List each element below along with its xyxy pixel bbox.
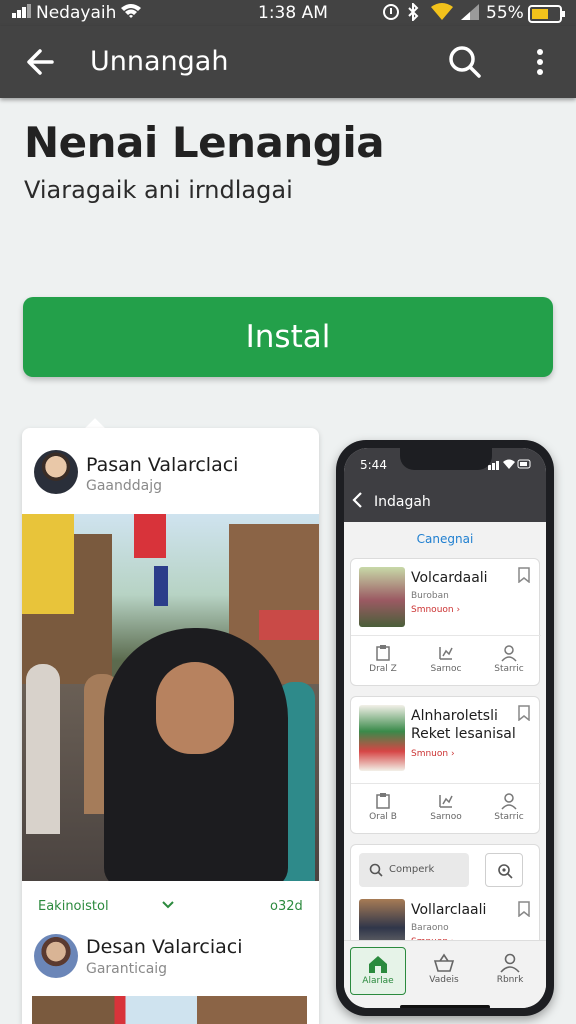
status-time: 1:38 AM (258, 3, 328, 23)
home-indicator (400, 1005, 490, 1008)
phone-app-title: Indagah (374, 494, 431, 510)
item-actions: Oral B Sarnoo Starric (351, 783, 541, 823)
phone-mockup: 5:44 Indagah Canegnai Volcardaali Buroba… (336, 440, 554, 1016)
avatar (34, 934, 78, 978)
phone-time: 5:44 (360, 458, 387, 472)
post-author-name: Pasan Valarclaci (86, 454, 239, 476)
status-bar: Nedayaih 1:38 AM 55% (0, 0, 576, 26)
post-meta-left: Eakinoistol (38, 899, 109, 914)
alarm-icon (382, 3, 400, 26)
app-bar-title: Unnangah (90, 46, 229, 77)
action-button[interactable]: Starric (481, 644, 537, 674)
post-photo (32, 996, 307, 1024)
search-input[interactable]: Comperk (359, 853, 469, 887)
home-icon (369, 956, 387, 973)
app-subtitle: Viaragaik ani irndlagai (24, 176, 293, 204)
app-title: Nenai Lenangia (24, 118, 385, 167)
search-button[interactable] (485, 853, 523, 887)
post-header: Pasan Valarclaci Gaanddajg (22, 444, 319, 514)
app-bar: Unnangah (0, 26, 576, 98)
item-title: Volcardaali (411, 570, 488, 586)
post-author-handle: Gaanddajg (86, 478, 163, 494)
back-arrow-icon[interactable] (22, 42, 62, 82)
nav-item-videos[interactable]: Vadeis (416, 947, 472, 995)
item-link[interactable]: Smnuon › (411, 749, 455, 759)
chart-icon (439, 795, 453, 808)
more-vert-icon[interactable] (520, 42, 560, 82)
item-subtitle: Buroban (411, 591, 449, 601)
list-item[interactable]: Volcardaali Buroban Smnouon › Dral Z Sar… (350, 558, 541, 686)
post-header: Desan Valarciaci Garanticaig (22, 928, 319, 998)
bookmark-icon[interactable] (517, 567, 531, 584)
search-label: Comperk (389, 864, 435, 875)
basket-icon (433, 953, 455, 972)
avatar (34, 450, 78, 494)
post-meta-row: Eakinoistol o32d (22, 896, 319, 918)
phone-notch (400, 448, 492, 470)
action-button[interactable]: Oral B (355, 792, 411, 822)
post-meta-right: o32d (270, 899, 303, 914)
post-photo (22, 514, 319, 881)
install-button[interactable]: Instal (23, 297, 553, 377)
action-button[interactable]: Dral Z (355, 644, 411, 674)
nav-item-home[interactable]: Alarlae (350, 947, 406, 995)
bookmark-icon[interactable] (517, 705, 531, 722)
item-thumbnail (359, 705, 405, 771)
phone-screen: 5:44 Indagah Canegnai Volcardaali Buroba… (344, 448, 546, 1008)
item-thumbnail (359, 567, 405, 627)
battery-icon (528, 5, 566, 28)
feed-preview-card: Pasan Valarclaci Gaanddajg Eakinoistol o… (22, 428, 319, 1024)
clipboard-icon (376, 793, 390, 809)
action-button[interactable]: Sarnoc (418, 644, 474, 674)
item-link[interactable]: Smnouon › (411, 605, 460, 615)
signal-icon (12, 3, 32, 23)
list-item[interactable]: Alnharoletsli Reket lesanisal Smnuon › O… (350, 696, 541, 834)
phone-status-icons (488, 458, 532, 473)
search-refresh-icon (498, 864, 513, 879)
search-icon (369, 863, 383, 877)
wifi-strong-icon (430, 3, 454, 26)
post-author-name: Desan Valarciaci (86, 936, 243, 958)
bookmark-icon[interactable] (517, 901, 531, 918)
wifi-icon (120, 3, 142, 24)
battery-percent: 55% (486, 3, 524, 23)
carrier-name: Nedayaih (36, 3, 117, 23)
cell-signal-icon (460, 3, 480, 26)
item-subtitle: Baraono (411, 923, 449, 933)
item-title: Alnharoletsli Reket lesanisal (411, 708, 516, 742)
bottom-nav: Alarlae Vadeis Rbnrk (344, 940, 546, 1008)
item-actions: Dral Z Sarnoc Starric (351, 635, 541, 675)
phone-app-bar: Indagah (344, 482, 546, 522)
post-author-handle: Garanticaig (86, 961, 168, 977)
chart-icon (439, 647, 453, 660)
clipboard-icon (376, 645, 390, 661)
action-button[interactable]: Starric (481, 792, 537, 822)
back-arrow-icon[interactable] (350, 490, 366, 515)
category-label[interactable]: Canegnai (344, 532, 546, 546)
person-icon (500, 953, 520, 973)
chevron-down-icon[interactable] (160, 896, 176, 916)
nav-item-profile[interactable]: Rbnrk (482, 947, 538, 995)
item-title: Vollarclaali (411, 902, 487, 918)
person-icon (501, 793, 517, 810)
search-icon[interactable] (444, 42, 484, 82)
action-button[interactable]: Sarnoo (418, 792, 474, 822)
bluetooth-icon (406, 1, 420, 26)
person-icon (501, 645, 517, 662)
